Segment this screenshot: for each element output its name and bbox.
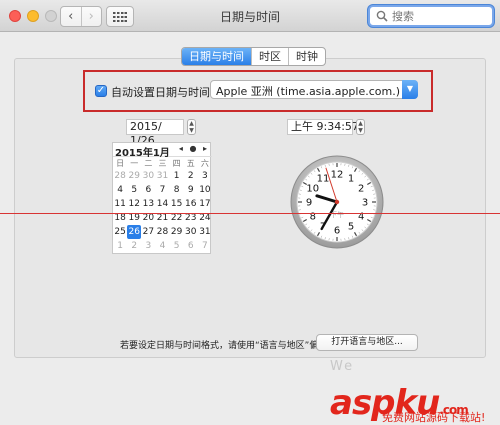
calendar-weekday-row: 日一二三四五六: [113, 158, 212, 169]
clock-number: 3: [362, 198, 368, 209]
calendar-weekday: 日: [116, 159, 125, 168]
search-input[interactable]: [392, 9, 488, 23]
calendar-day[interactable]: 7: [198, 239, 212, 253]
calendar-day[interactable]: 11: [113, 197, 127, 211]
open-language-region-button[interactable]: 打开语言与地区...: [316, 334, 418, 351]
calendar-day[interactable]: 5: [170, 239, 184, 253]
calendar-day[interactable]: 2: [184, 169, 198, 183]
calendar-day[interactable]: 30: [141, 169, 155, 183]
calendar-day[interactable]: 31: [155, 169, 169, 183]
calendar-header: 2015年1月 ◂ ● ▸: [113, 143, 212, 159]
time-field[interactable]: 上午 9:34:57: [287, 119, 359, 135]
calendar-day[interactable]: 4: [155, 239, 169, 253]
calendar-day[interactable]: 10: [198, 183, 212, 197]
tab-time-zone[interactable]: 时区: [251, 48, 288, 65]
calendar-day[interactable]: 16: [184, 197, 198, 211]
clock-number: 6: [334, 226, 340, 237]
calendar-day[interactable]: 8: [170, 183, 184, 197]
clock-number: 9: [306, 198, 312, 209]
calendar-day[interactable]: 12: [127, 197, 141, 211]
calendar-day[interactable]: 14: [155, 197, 169, 211]
calendar-day[interactable]: 1: [113, 239, 127, 253]
clock-center-pin: [334, 199, 340, 205]
calendar-day-grid: 28 29 30 31 1 2 3 4 5 6 7 8 9 10 11 12 13 14 15 16 17 18 19 20 2…: [113, 169, 212, 253]
time-server-value: Apple 亚洲 (time.asia.apple.com.): [216, 85, 401, 98]
calendar-day[interactable]: 29: [170, 225, 184, 239]
tab-clock[interactable]: 时钟: [288, 48, 325, 65]
time-server-select[interactable]: Apple 亚洲 (time.asia.apple.com.) ▼: [210, 80, 418, 99]
calendar-day[interactable]: 27: [141, 225, 155, 239]
calendar-day[interactable]: 9: [184, 183, 198, 197]
search-box[interactable]: [368, 5, 494, 27]
auto-set-checkbox[interactable]: ✓: [95, 85, 107, 97]
clock-number: 10: [306, 184, 319, 195]
clock-number: 5: [348, 222, 354, 233]
calendar: 2015年1月 ◂ ● ▸ 日一二三四五六 28 29 30 31 1 2 3 4 5 6 7 8 9 1…: [112, 142, 212, 254]
calendar-weekday: 二: [144, 159, 153, 168]
calendar-day[interactable]: 7: [155, 183, 169, 197]
clock-number: 2: [358, 184, 364, 195]
calendar-nav-controls[interactable]: ◂ ● ▸: [179, 144, 209, 153]
faint-watermark-text: We: [330, 359, 355, 374]
calendar-weekday: 一: [130, 159, 139, 168]
calendar-day[interactable]: 4: [113, 183, 127, 197]
calendar-day[interactable]: 2: [127, 239, 141, 253]
calendar-day[interactable]: 29: [127, 169, 141, 183]
calendar-weekday: 五: [186, 159, 195, 168]
calendar-day[interactable]: 3: [198, 169, 212, 183]
calendar-day[interactable]: 5: [127, 183, 141, 197]
checkmark-icon: ✓: [96, 85, 106, 96]
search-icon: [376, 10, 388, 22]
calendar-month-label: 2015年1月: [115, 148, 170, 159]
clock-number: 12: [331, 170, 344, 181]
calendar-day[interactable]: 28: [113, 169, 127, 183]
watermark-tagline: 免费网站源码下载站!: [382, 411, 486, 424]
calendar-day[interactable]: 15: [170, 197, 184, 211]
annotation-red-line: [0, 213, 500, 214]
calendar-day[interactable]: 26: [127, 225, 142, 239]
chevron-down-icon: ▼: [402, 80, 418, 99]
calendar-weekday: 四: [172, 159, 181, 168]
date-stepper[interactable]: ▲ ▼: [187, 119, 196, 135]
time-stepper[interactable]: ▲ ▼: [356, 119, 365, 135]
calendar-day[interactable]: 1: [170, 169, 184, 183]
calendar-day[interactable]: 30: [184, 225, 198, 239]
title-bar: ‹ › 日期与时间: [0, 0, 500, 32]
clock-number: 11: [317, 173, 330, 184]
calendar-day[interactable]: 25: [113, 225, 127, 239]
tab-date-time[interactable]: 日期与时间: [182, 48, 251, 65]
calendar-day[interactable]: 6: [141, 183, 155, 197]
auto-set-label: 自动设置日期与时间：: [111, 86, 221, 99]
date-field[interactable]: 2015/ 1/26: [126, 119, 184, 147]
calendar-day[interactable]: 3: [141, 239, 155, 253]
calendar-day[interactable]: 17: [198, 197, 212, 211]
calendar-weekday: 三: [158, 159, 167, 168]
clock-number: 1: [348, 173, 354, 184]
calendar-weekday: 六: [200, 159, 209, 168]
calendar-day[interactable]: 13: [141, 197, 155, 211]
calendar-day[interactable]: 31: [198, 225, 212, 239]
calendar-day[interactable]: 28: [155, 225, 169, 239]
calendar-day[interactable]: 6: [184, 239, 198, 253]
tab-bar: 日期与时间 时区 时钟: [181, 47, 326, 66]
analog-clock: 121234567891011 下午: [290, 155, 384, 249]
